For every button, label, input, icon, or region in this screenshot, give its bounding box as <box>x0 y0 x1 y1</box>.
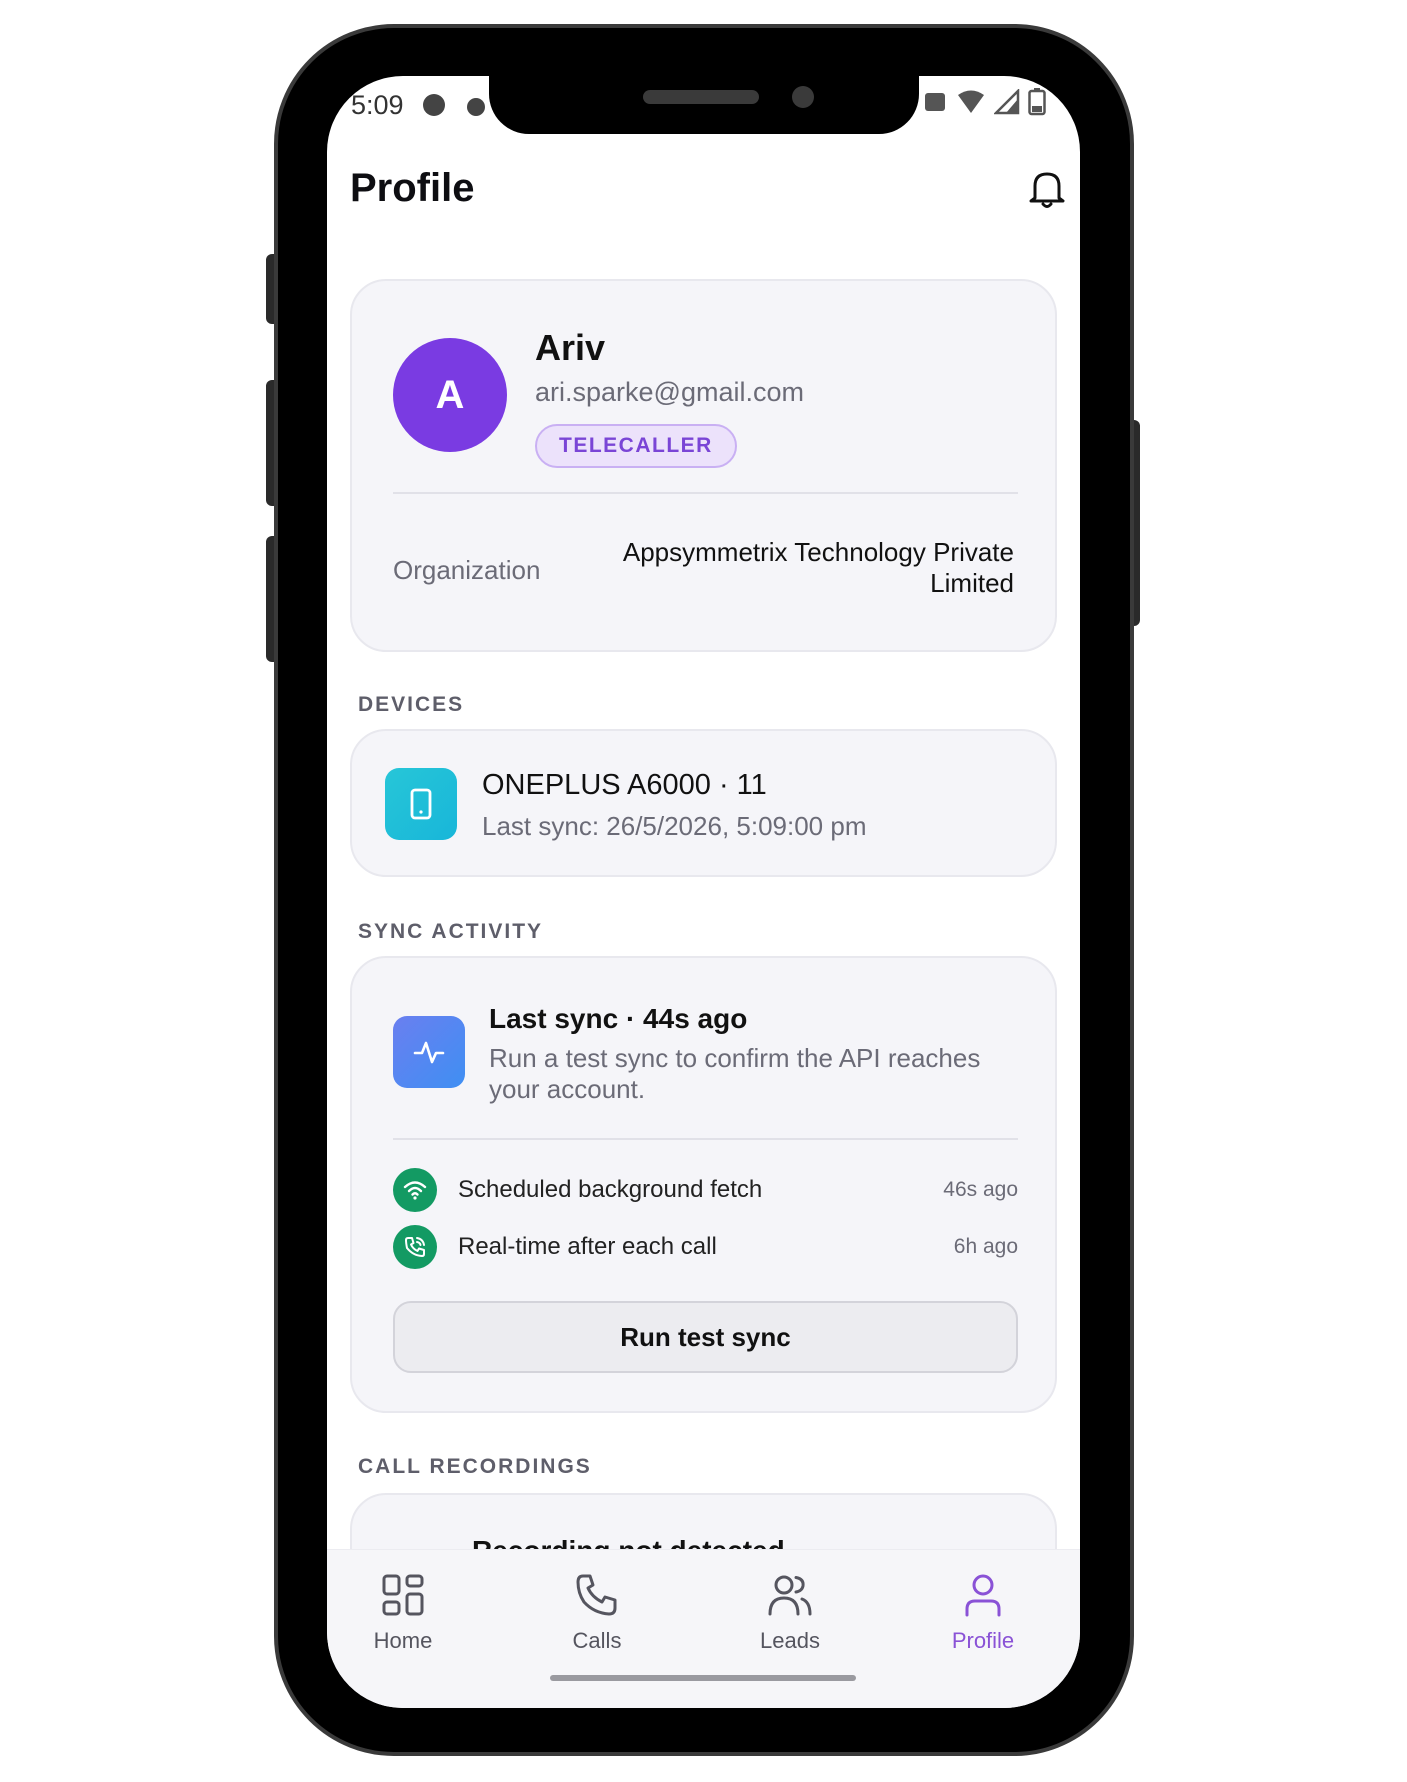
bottom-navigation: Home Calls Leads Profile <box>327 1549 1080 1708</box>
recording-status-title: Recording not detected <box>472 1535 785 1549</box>
profile-scroll-area[interactable]: Profile A Ariv ari.sparke@gmail.com TELE… <box>327 76 1080 1549</box>
sync-divider <box>393 1138 1018 1140</box>
sync-row-label: Real-time after each call <box>458 1233 717 1260</box>
device-name: ONEPLUS A6000 · 11 <box>482 769 767 801</box>
nav-label-home: Home <box>373 1628 433 1653</box>
profile-card: A Ariv ari.sparke@gmail.com TELECALLER O… <box>350 279 1057 652</box>
call-recordings-card: Recording not detected <box>350 1493 1057 1549</box>
phone-icon <box>576 1574 617 1616</box>
role-badge: TELECALLER <box>535 424 737 468</box>
page-title: Profile <box>350 166 475 210</box>
run-test-sync-button[interactable]: Run test sync <box>393 1301 1018 1373</box>
smartphone-icon <box>385 768 457 840</box>
phone-call-icon <box>393 1225 437 1269</box>
nav-label-leads: Leads <box>760 1628 820 1653</box>
cell-signal-icon <box>994 89 1020 115</box>
nav-item-calls[interactable]: Calls <box>527 1572 667 1654</box>
device-card[interactable]: ONEPLUS A6000 · 11 Last sync: 26/5/2026,… <box>350 729 1057 877</box>
nav-item-home[interactable]: Home <box>333 1572 473 1654</box>
sync-row-time: 46s ago <box>943 1178 1018 1201</box>
nav-item-profile[interactable]: Profile <box>913 1572 1053 1654</box>
notification-bell-icon[interactable] <box>1027 168 1067 210</box>
avatar: A <box>393 338 507 452</box>
sync-row-label: Scheduled background fetch <box>458 1176 763 1203</box>
status-time: 5:09 <box>351 90 404 120</box>
nav-label-calls: Calls <box>572 1628 622 1653</box>
sync-row-realtime-call: Real-time after each call 6h ago <box>393 1225 1018 1269</box>
speaker-grille <box>643 90 759 104</box>
wifi-calling-icon <box>925 93 945 111</box>
sync-activity-card: Last sync · 44s ago Run a test sync to c… <box>350 956 1057 1413</box>
sync-row-time: 6h ago <box>953 1235 1018 1258</box>
notch <box>489 76 919 134</box>
users-icon <box>768 1575 812 1616</box>
front-camera <box>792 86 814 108</box>
sync-activity-section-label: SYNC ACTIVITY <box>358 920 544 943</box>
notification-dot-icon <box>467 98 485 116</box>
profile-email: ari.sparke@gmail.com <box>535 377 804 407</box>
sync-description: Run a test sync to confirm the API reach… <box>489 1043 981 1104</box>
organization-label: Organization <box>393 555 541 585</box>
last-sync-title: Last sync · 44s ago <box>489 1003 748 1034</box>
device-last-sync: Last sync: 26/5/2026, 5:09:00 pm <box>482 811 867 841</box>
organization-value: Appsymmetrix Technology Private Limited <box>622 537 1014 598</box>
profile-name: Ariv <box>535 327 606 368</box>
phone-screen: 5:09 Profile A Ariv ari.sparke@gmail.com… <box>327 76 1080 1708</box>
wifi-signal-icon <box>958 90 984 113</box>
profile-divider <box>393 492 1018 494</box>
grid-icon <box>382 1574 424 1616</box>
home-indicator <box>550 1675 856 1681</box>
nav-item-leads[interactable]: Leads <box>720 1572 860 1654</box>
devices-section-label: DEVICES <box>358 693 465 716</box>
user-icon <box>965 1574 1001 1617</box>
nav-label-profile: Profile <box>951 1628 1015 1653</box>
wifi-icon <box>393 1168 437 1212</box>
message-notification-icon <box>423 94 445 116</box>
battery-icon <box>1028 88 1046 116</box>
activity-pulse-icon <box>393 1016 465 1088</box>
sync-row-background-fetch: Scheduled background fetch 46s ago <box>393 1168 1018 1212</box>
call-recordings-section-label: CALL RECORDINGS <box>358 1455 592 1478</box>
